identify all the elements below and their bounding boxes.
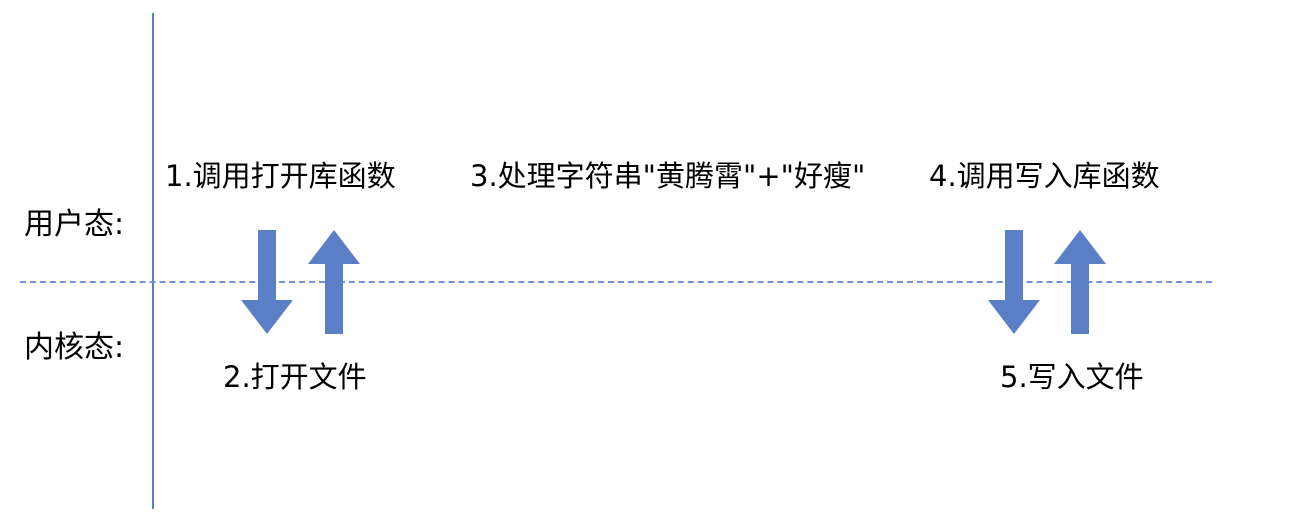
step-5-write-file: 5.写入文件 [1000, 360, 1144, 394]
step-4-write-library-call: 4.调用写入库函数 [929, 159, 1160, 193]
step-2-open-file: 2.打开文件 [223, 360, 367, 394]
diagram-canvas: 用户态: 内核态: 1.调用打开库函数 3.处理字符串"黄腾霄"+"好瘦" 4.… [0, 0, 1301, 517]
step-1-open-library-call: 1.调用打开库函数 [165, 159, 396, 193]
step-3-process-string: 3.处理字符串"黄腾霄"+"好瘦" [470, 159, 866, 193]
lane-label-kernel: 内核态: [24, 330, 125, 365]
arrow-down-icon [241, 230, 293, 334]
arrow-up-icon [308, 230, 360, 334]
arrow-down-icon [988, 230, 1040, 334]
lane-label-user: 用户态: [24, 207, 125, 242]
vertical-axis-line [152, 13, 154, 509]
arrow-up-icon [1054, 230, 1106, 334]
